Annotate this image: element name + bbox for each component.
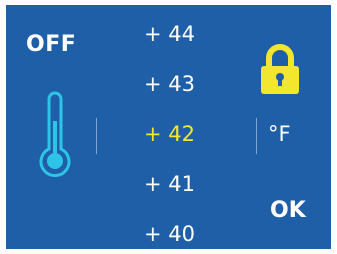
temperature-option[interactable]: + 41 <box>144 171 195 197</box>
lock-icon[interactable] <box>255 43 305 98</box>
temperature-option[interactable]: + 44 <box>144 21 195 47</box>
thermometer-icon <box>39 91 71 178</box>
temperature-option[interactable]: + 43 <box>144 71 195 97</box>
temperature-option-selected[interactable]: + 42 <box>144 121 195 147</box>
power-off-button[interactable]: OFF <box>26 32 76 57</box>
left-divider <box>96 118 97 154</box>
right-divider <box>256 118 257 154</box>
temperature-option[interactable]: + 40 <box>144 221 195 247</box>
temperature-list[interactable]: + 44 + 43 + 42 + 41 + 40 <box>144 5 244 249</box>
ok-button[interactable]: OK <box>270 198 306 223</box>
thermostat-panel: OFF + 44 + 43 + 42 + 41 + 40 °F OK <box>6 5 331 249</box>
unit-label: °F <box>268 122 291 146</box>
